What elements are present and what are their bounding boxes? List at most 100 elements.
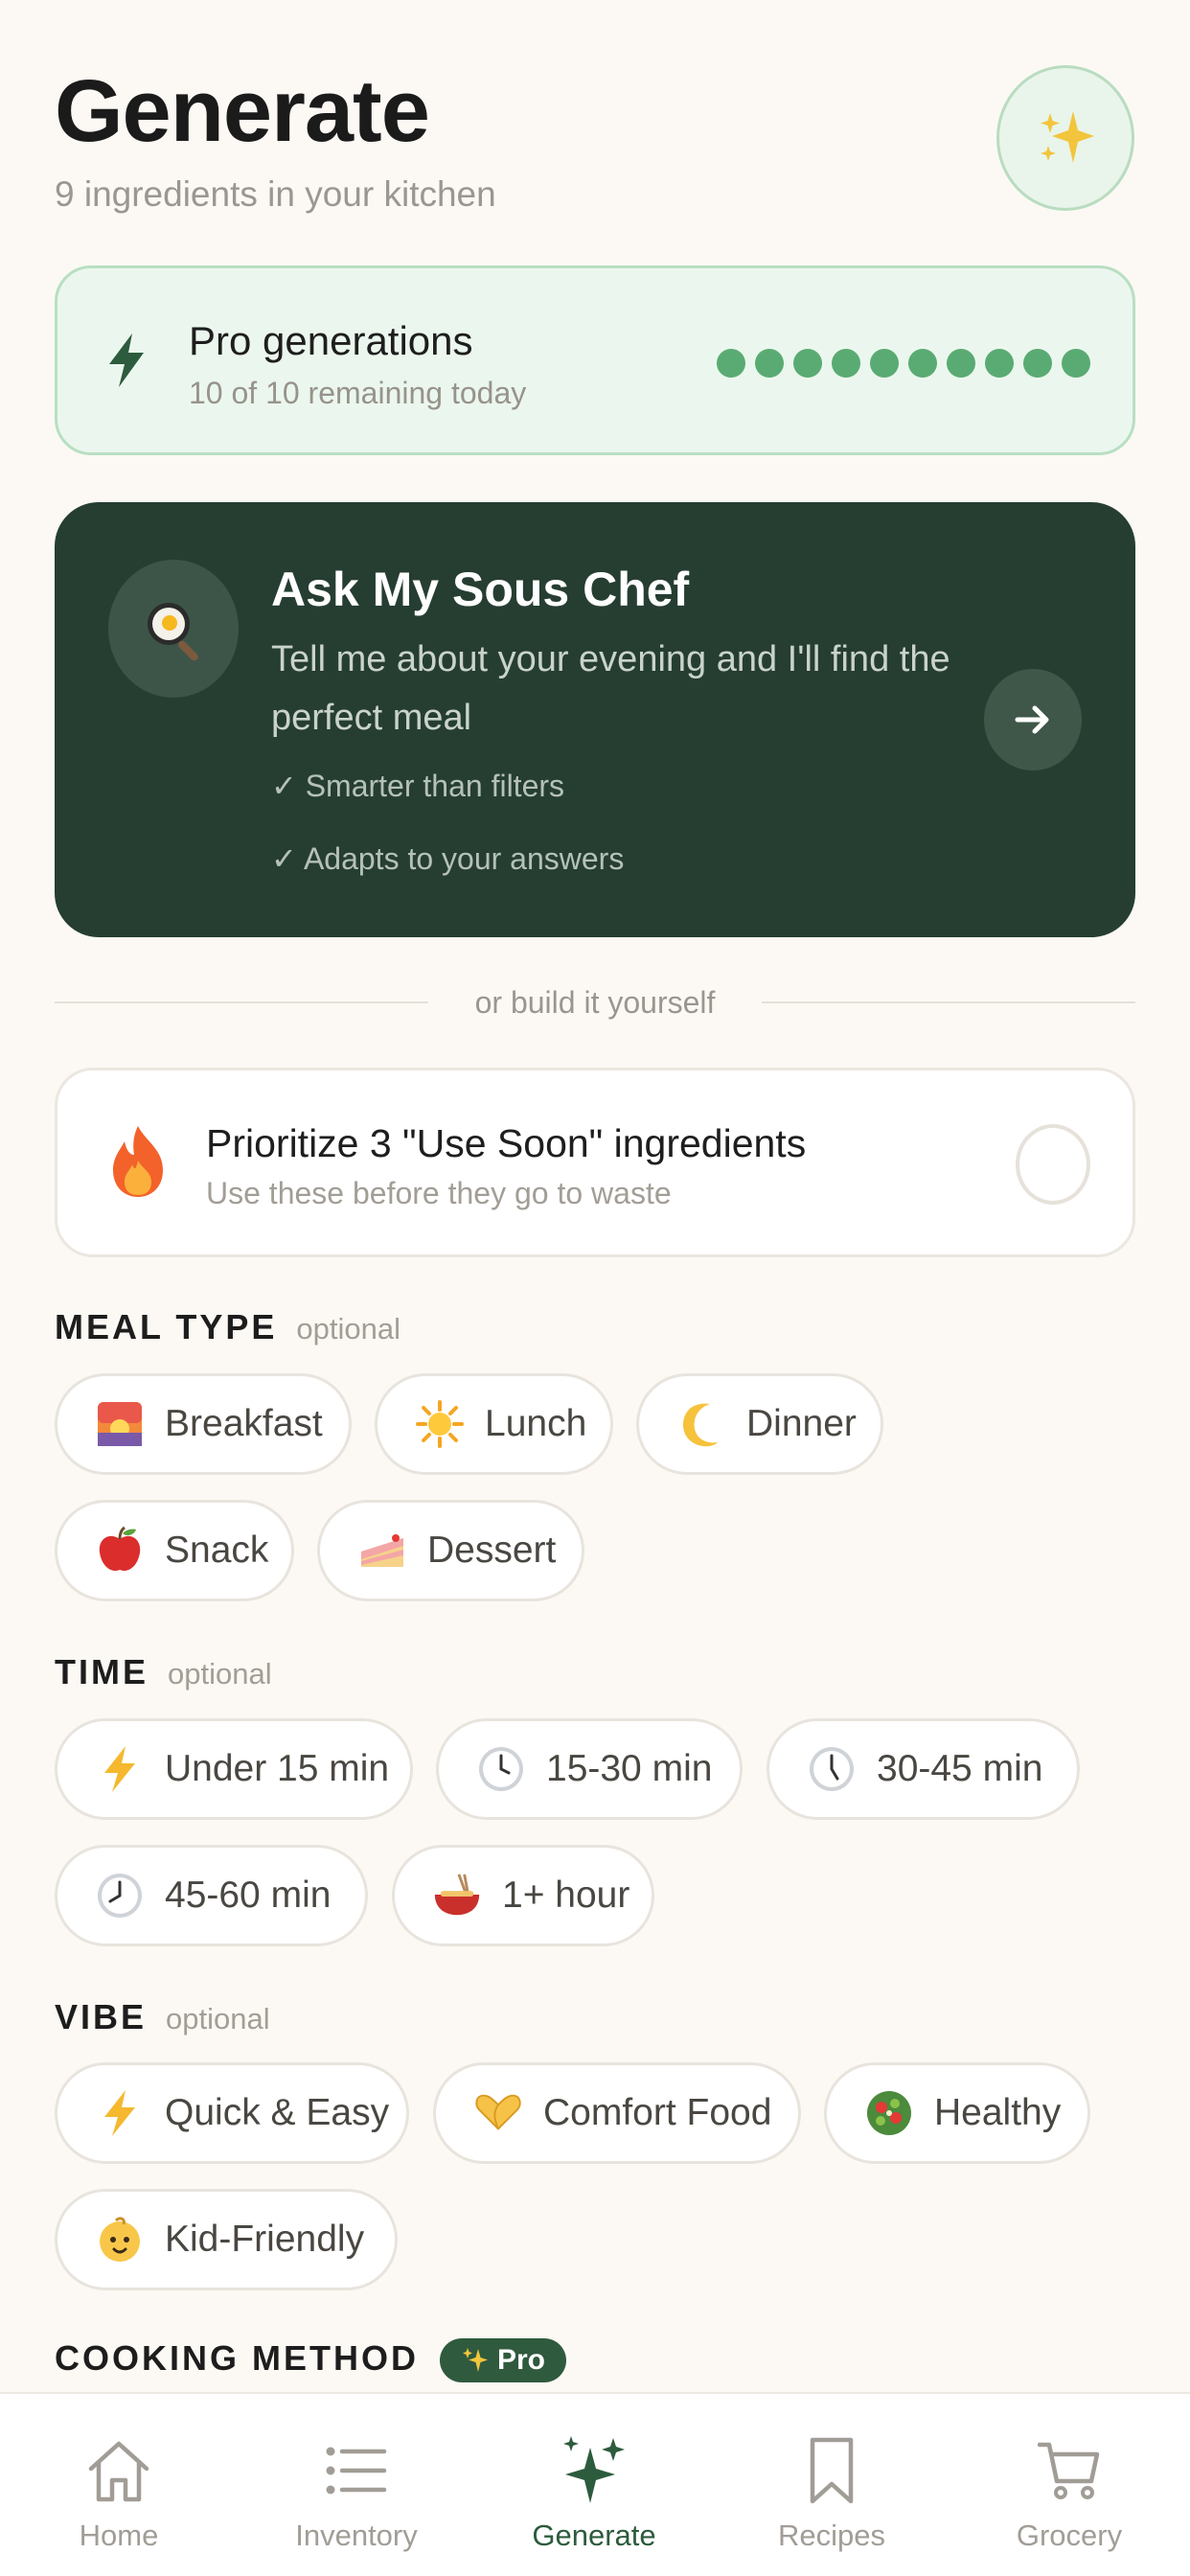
generation-dot xyxy=(832,349,860,378)
tab-grocery[interactable]: Grocery xyxy=(950,2394,1188,2576)
chip-breakfast[interactable]: Breakfast xyxy=(55,1373,352,1475)
tab-home[interactable]: Home xyxy=(0,2394,238,2576)
chip-label: Kid-Friendly xyxy=(165,2219,365,2260)
chip-15-30-min[interactable]: 15-30 min xyxy=(436,1718,743,1820)
generation-dot xyxy=(908,349,937,378)
generation-dot xyxy=(947,349,975,378)
bottom-tab-bar: Home Inventory Generate Recipes Grocery xyxy=(0,2392,1190,2576)
heart-hands-icon xyxy=(472,2087,524,2139)
tab-label: Inventory xyxy=(295,2518,418,2552)
sparkles-icon xyxy=(1041,111,1094,163)
chip-label: Under 15 min xyxy=(165,1748,390,1789)
generation-dot xyxy=(1062,349,1090,378)
sunrise-icon xyxy=(94,1398,146,1450)
optional-label: optional xyxy=(296,1312,400,1346)
fire-icon xyxy=(113,1126,163,1197)
generation-dot xyxy=(985,349,1014,378)
bookmark-icon xyxy=(810,2437,854,2504)
sous-chef-description: Tell me about your evening and I'll find… xyxy=(271,639,950,738)
lightning-icon xyxy=(94,1743,146,1795)
optional-label: optional xyxy=(168,1657,272,1690)
chip-label: Lunch xyxy=(485,1403,587,1444)
home-icon xyxy=(88,2441,149,2502)
chip-label: Breakfast xyxy=(165,1403,323,1444)
chip-45-60-min[interactable]: 45-60 min xyxy=(55,1845,368,1946)
clock-icon xyxy=(475,1743,527,1795)
lightning-icon xyxy=(94,2087,146,2139)
generation-dot xyxy=(870,349,899,378)
chip-quick-easy[interactable]: Quick & Easy xyxy=(55,2062,409,2164)
sparkle-button[interactable] xyxy=(996,65,1134,211)
sous-chef-title: Ask My Sous Chef xyxy=(271,563,690,616)
chip-label: Healthy xyxy=(934,2092,1062,2133)
chip-label: Snack xyxy=(165,1530,269,1571)
tab-recipes[interactable]: Recipes xyxy=(713,2394,950,2576)
sous-chef-benefit: ✓ Adapts to your answers xyxy=(271,841,625,876)
chip-label: 45-60 min xyxy=(165,1874,332,1916)
generate-screen: Generate 9 ingredients in your kitchen P… xyxy=(0,0,1190,2576)
optional-label: optional xyxy=(166,2002,270,2036)
sous-chef-go-button[interactable] xyxy=(984,669,1082,770)
chip-label: 1+ hour xyxy=(502,1874,630,1916)
clock-icon xyxy=(94,1870,146,1921)
use-soon-toggle-card[interactable]: Prioritize 3 "Use Soon" ingredients Use … xyxy=(55,1068,1135,1257)
meal-type-heading: MEAL TYPE optional xyxy=(55,1307,400,1347)
use-soon-subtitle: Use these before they go to waste xyxy=(206,1176,672,1210)
time-label: TIME xyxy=(55,1652,149,1691)
chip-kid-friendly[interactable]: Kid-Friendly xyxy=(55,2189,398,2290)
pro-generations-title: Pro generations xyxy=(189,318,473,363)
section-divider: or build it yourself xyxy=(55,985,1135,1020)
tab-label: Home xyxy=(79,2518,159,2552)
chip-comfort-food[interactable]: Comfort Food xyxy=(433,2062,801,2164)
generation-dot xyxy=(793,349,822,378)
chip-1-hour[interactable]: 1+ hour xyxy=(392,1845,654,1946)
salad-icon xyxy=(863,2087,915,2139)
chip-label: 15-30 min xyxy=(546,1748,713,1789)
sous-chef-card[interactable]: Ask My Sous Chef Tell me about your even… xyxy=(55,502,1135,937)
clock-icon xyxy=(806,1743,858,1795)
baby-icon xyxy=(94,2214,146,2266)
chef-avatar xyxy=(108,560,239,698)
chip-dinner[interactable]: Dinner xyxy=(636,1373,883,1475)
chip-dessert[interactable]: Dessert xyxy=(317,1500,584,1601)
time-heading: TIME optional xyxy=(55,1652,272,1692)
tab-generate[interactable]: Generate xyxy=(475,2394,713,2576)
chip-healthy[interactable]: Healthy xyxy=(824,2062,1090,2164)
tab-inventory[interactable]: Inventory xyxy=(238,2394,475,2576)
meal-type-label: MEAL TYPE xyxy=(55,1307,278,1346)
chip-label: Quick & Easy xyxy=(165,2092,390,2133)
cake-icon xyxy=(356,1525,408,1576)
vibe-heading: VIBE optional xyxy=(55,1997,270,2037)
cooking-method-heading: COOKING METHOD Pro xyxy=(55,2338,567,2383)
pro-generations-remaining: 10 of 10 remaining today xyxy=(189,376,527,410)
sparkles-icon xyxy=(463,2348,488,2373)
use-soon-checkbox[interactable] xyxy=(1016,1124,1090,1205)
moon-icon xyxy=(675,1398,727,1450)
list-icon xyxy=(326,2447,387,2495)
tab-label: Recipes xyxy=(778,2518,885,2552)
chip-label: Comfort Food xyxy=(543,2092,772,2133)
chip-30-45-min[interactable]: 30-45 min xyxy=(767,1718,1080,1820)
tab-label: Grocery xyxy=(1016,2518,1123,2552)
sous-chef-benefit: ✓ Smarter than filters xyxy=(271,769,565,803)
apple-icon xyxy=(94,1525,146,1576)
sparkles-icon xyxy=(563,2436,625,2503)
tab-label: Generate xyxy=(532,2518,656,2552)
sun-icon xyxy=(414,1398,466,1450)
chip-under-15-min[interactable]: Under 15 min xyxy=(55,1718,413,1820)
pot-icon xyxy=(431,1870,483,1921)
chip-lunch[interactable]: Lunch xyxy=(375,1373,613,1475)
arrow-right-icon xyxy=(1015,705,1049,734)
generation-dot xyxy=(755,349,784,378)
frying-pan-icon xyxy=(148,603,198,661)
generation-dots xyxy=(717,349,1090,378)
chip-snack[interactable]: Snack xyxy=(55,1500,294,1601)
ingredient-count: 9 ingredients in your kitchen xyxy=(55,174,496,214)
cart-icon xyxy=(1038,2442,1100,2499)
cooking-method-label: COOKING METHOD xyxy=(55,2338,419,2378)
page-title: Generate xyxy=(55,62,430,160)
lightning-icon xyxy=(109,334,144,387)
chip-label: Dessert xyxy=(427,1530,557,1571)
chip-label: Dinner xyxy=(746,1403,857,1444)
pro-generations-card: Pro generations 10 of 10 remaining today xyxy=(55,265,1135,455)
